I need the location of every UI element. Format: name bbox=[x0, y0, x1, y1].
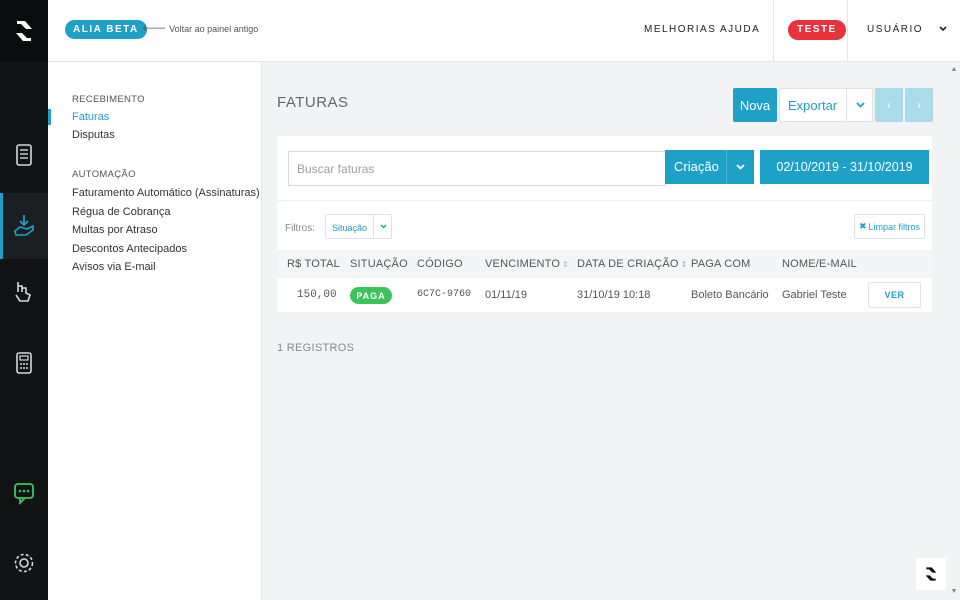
user-menu-label: USUÁRIO bbox=[867, 24, 924, 35]
prev-page-button[interactable]: ‹ bbox=[875, 88, 903, 122]
arrow-left-icon: 🡐 bbox=[142, 23, 167, 33]
section-automation: AUTOMAÇÃO bbox=[72, 169, 136, 180]
col-name-email[interactable]: NOME/E-MAIL bbox=[782, 258, 857, 270]
top-bar: ALIA BETA 🡐 Voltar ao painel antigo MELH… bbox=[48, 0, 960, 62]
chevron-down-icon bbox=[373, 215, 392, 238]
view-invoice-button[interactable]: VER bbox=[868, 282, 921, 308]
calculator-icon[interactable] bbox=[0, 330, 48, 396]
filter-row: Filtros: Situação ✖ Limpar filtros bbox=[277, 200, 932, 250]
cell-name-email: Gabriel Teste bbox=[782, 289, 847, 301]
cell-code: 6C7C-9760 bbox=[417, 289, 472, 300]
next-page-button[interactable]: › bbox=[905, 88, 933, 122]
page-title: FATURAS bbox=[277, 94, 349, 111]
sidebar-item-late-fees[interactable]: Multas por Atraso bbox=[72, 224, 158, 236]
status-badge: PAGA bbox=[350, 287, 392, 304]
app-rail bbox=[0, 0, 48, 600]
sidebar-item-disputes[interactable]: Disputas bbox=[72, 129, 115, 141]
export-button-label: Exportar bbox=[788, 98, 838, 113]
col-due-date[interactable]: VENCIMENTO ⇕ bbox=[485, 258, 569, 270]
scrollbar[interactable]: ▲ ▼ bbox=[948, 62, 960, 600]
date-range-picker[interactable]: 02/10/2019 - 31/10/2019 bbox=[760, 150, 929, 184]
col-created-date[interactable]: DATA DE CRIAÇÃO ⇕ bbox=[577, 258, 688, 270]
section-receiving: RECEBIMENTO bbox=[72, 94, 145, 105]
back-to-old-panel-link[interactable]: 🡐 Voltar ao painel antigo bbox=[142, 23, 258, 34]
receive-money-icon[interactable] bbox=[0, 193, 48, 259]
clear-filters-button[interactable]: ✖ Limpar filtros bbox=[854, 214, 925, 239]
settings-gear-icon[interactable] bbox=[0, 530, 48, 596]
beta-badge: ALIA BETA bbox=[65, 20, 147, 39]
sort-icon: ⇕ bbox=[562, 260, 570, 269]
search-input[interactable] bbox=[288, 151, 666, 186]
clear-filters-label: Limpar filtros bbox=[868, 221, 921, 232]
cell-due-date: 01/11/19 bbox=[485, 289, 528, 301]
document-icon[interactable] bbox=[0, 122, 48, 188]
chevron-down-icon[interactable] bbox=[846, 89, 873, 121]
scroll-down-icon[interactable]: ▼ bbox=[950, 588, 958, 595]
scroll-up-icon[interactable]: ▲ bbox=[950, 66, 958, 73]
status-filter-select[interactable]: Situação bbox=[325, 214, 392, 239]
col-code[interactable]: CÓDIGO bbox=[417, 258, 463, 270]
sort-icon: ⇕ bbox=[680, 260, 688, 269]
chat-support-icon[interactable] bbox=[0, 460, 48, 526]
payment-hand-icon[interactable] bbox=[0, 258, 48, 324]
cell-paid-with: Boleto Bancário bbox=[691, 289, 769, 301]
col-paid-with[interactable]: PAGA COM bbox=[691, 258, 750, 270]
nav-help[interactable]: AJUDA bbox=[720, 24, 760, 35]
sidebar-item-early-discounts[interactable]: Descontos Antecipados bbox=[72, 243, 187, 255]
cell-created-date: 31/10/19 10:18 bbox=[577, 289, 651, 301]
sidebar-item-billing-rule[interactable]: Régua de Cobrança bbox=[72, 206, 170, 218]
date-field-label: Criação bbox=[674, 159, 719, 174]
records-count: 1 REGISTROS bbox=[277, 342, 355, 354]
col-status[interactable]: SITUAÇÃO bbox=[350, 258, 408, 270]
sidebar-item-email-notices[interactable]: Avisos via E-mail bbox=[72, 261, 156, 273]
table-header: R$ TOTAL SITUAÇÃO CÓDIGO VENCIMENTO ⇕ DAT… bbox=[277, 250, 932, 278]
export-button[interactable]: Exportar bbox=[779, 88, 873, 122]
sidebar-item-subscriptions[interactable]: Faturamento Automático (Assinaturas) bbox=[72, 187, 260, 199]
table-row[interactable]: 150,00 PAGA 6C7C-9760 01/11/19 31/10/19 … bbox=[277, 278, 932, 312]
date-field-select[interactable]: Criação bbox=[665, 150, 754, 184]
sidebar-item-invoices[interactable]: Faturas bbox=[47, 109, 109, 125]
chevron-down-icon bbox=[939, 24, 947, 35]
invoices-card: Criação 02/10/2019 - 31/10/2019 Filtros:… bbox=[277, 136, 932, 312]
divider bbox=[773, 0, 774, 62]
status-filter-label: Situação bbox=[332, 223, 368, 233]
divider bbox=[847, 0, 848, 62]
logo-icon[interactable] bbox=[916, 558, 946, 590]
close-icon: ✖ bbox=[858, 221, 867, 231]
nav-improvements[interactable]: MELHORIAS bbox=[644, 24, 716, 35]
col-total[interactable]: R$ TOTAL bbox=[287, 258, 340, 270]
cell-total: 150,00 bbox=[297, 289, 337, 301]
user-menu[interactable]: USUÁRIO bbox=[867, 24, 947, 35]
filters-label: Filtros: bbox=[285, 223, 315, 234]
logo-icon[interactable] bbox=[0, 0, 48, 62]
new-invoice-button[interactable]: Nova bbox=[733, 88, 777, 122]
side-menu: RECEBIMENTO Faturas Disputas AUTOMAÇÃO F… bbox=[47, 62, 262, 600]
chevron-down-icon bbox=[726, 150, 754, 184]
back-link-label: Voltar ao painel antigo bbox=[169, 23, 259, 34]
env-test-badge: TESTE bbox=[788, 20, 846, 40]
